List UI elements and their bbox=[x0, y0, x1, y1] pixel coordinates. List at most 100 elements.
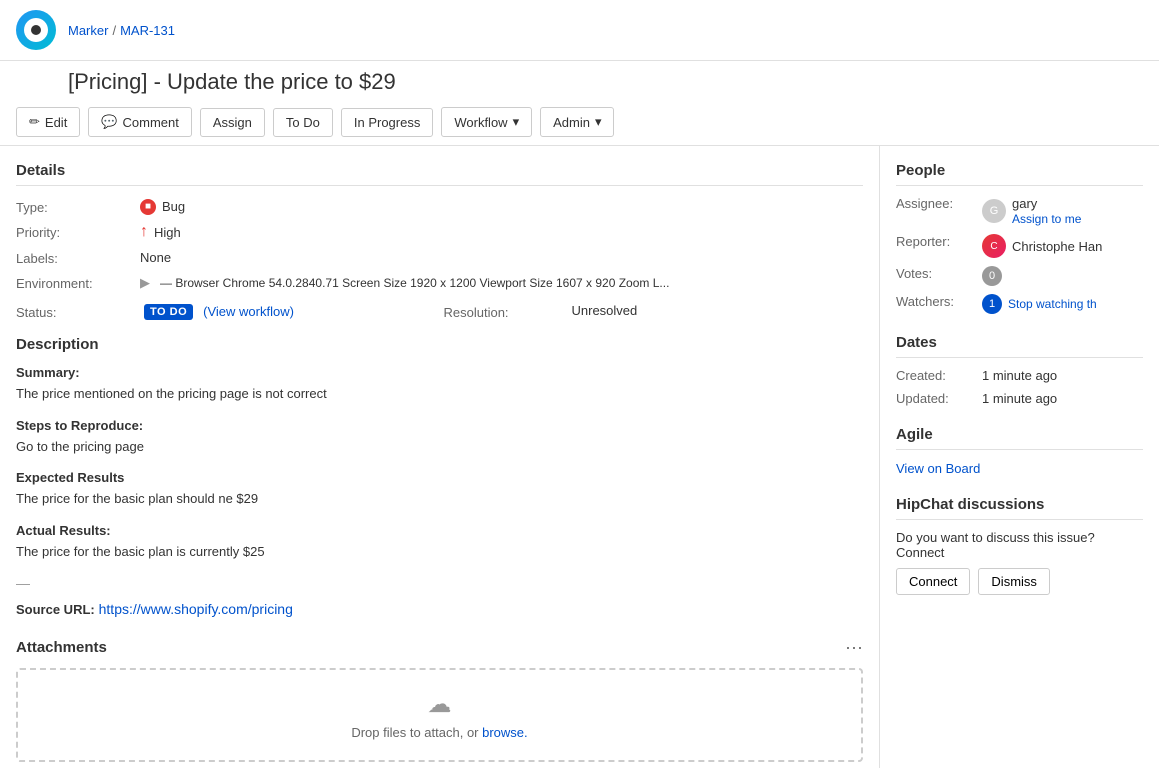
dates-section: Dates Created: 1 minute ago Updated: 1 m… bbox=[896, 334, 1143, 406]
people-section: People Assignee: G gary Assign to me Rep… bbox=[896, 162, 1143, 314]
attachments-header: Attachments ··· bbox=[16, 637, 863, 658]
toolbar: ✏ Edit 💬 Comment Assign To Do In Progres… bbox=[0, 99, 1159, 146]
summary-label: Summary: bbox=[16, 365, 863, 380]
reporter-avatar: C bbox=[982, 234, 1006, 258]
steps-label: Steps to Reproduce: bbox=[16, 418, 863, 433]
source-url-link[interactable]: https://www.shopify.com/pricing bbox=[99, 601, 293, 617]
more-options-button[interactable]: ··· bbox=[845, 637, 863, 658]
agile-title: Agile bbox=[896, 426, 1143, 450]
environment-label: Environment: bbox=[16, 274, 136, 291]
votes-label: Votes: bbox=[896, 266, 976, 286]
assignee-label: Assignee: bbox=[896, 196, 976, 226]
comment-icon: 💬 bbox=[101, 114, 117, 130]
stop-watching-link[interactable]: Stop watching th bbox=[1008, 297, 1097, 311]
status-badge: TO DO bbox=[144, 304, 193, 320]
status-label: Status: bbox=[16, 303, 136, 320]
actual-text: The price for the basic plan is currentl… bbox=[16, 542, 863, 562]
labels-label: Labels: bbox=[16, 249, 136, 266]
votes-value: 0 bbox=[982, 266, 1143, 286]
edit-button[interactable]: ✏ Edit bbox=[16, 107, 80, 137]
source-label: Source URL: bbox=[16, 602, 95, 617]
expected-label: Expected Results bbox=[16, 470, 863, 485]
description-section: Description Summary: The price mentioned… bbox=[16, 336, 863, 617]
edit-icon: ✏ bbox=[29, 114, 40, 130]
watchers-label: Watchers: bbox=[896, 294, 976, 314]
reporter-name: Christophe Han bbox=[1012, 239, 1102, 254]
browse-link[interactable]: browse. bbox=[482, 725, 528, 740]
priority-label: Priority: bbox=[16, 223, 136, 241]
content-area: Details Type: ■ Bug Priority: ↑ High Lab… bbox=[0, 146, 879, 768]
people-title: People bbox=[896, 162, 1143, 186]
votes-row: Votes: 0 bbox=[896, 266, 1143, 286]
dates-title: Dates bbox=[896, 334, 1143, 358]
description-title: Description bbox=[16, 336, 863, 353]
summary-text: The price mentioned on the pricing page … bbox=[16, 384, 863, 404]
assignee-name: gary bbox=[1012, 196, 1081, 211]
assignee-avatar: G bbox=[982, 199, 1006, 223]
expected-text: The price for the basic plan should ne $… bbox=[16, 489, 863, 509]
todo-button[interactable]: To Do bbox=[273, 108, 333, 137]
type-value: ■ Bug bbox=[140, 198, 863, 215]
assignee-row: Assignee: G gary Assign to me bbox=[896, 196, 1143, 226]
watcher-count-badge: 1 bbox=[982, 294, 1002, 314]
in-progress-button[interactable]: In Progress bbox=[341, 108, 433, 137]
created-label: Created: bbox=[896, 368, 976, 383]
expand-icon: ▶ bbox=[140, 275, 150, 291]
summary-block: Summary: The price mentioned on the pric… bbox=[16, 365, 863, 404]
reporter-value: C Christophe Han bbox=[982, 234, 1143, 258]
labels-value: None bbox=[140, 249, 863, 266]
hipchat-section: HipChat discussions Do you want to discu… bbox=[896, 496, 1143, 595]
details-grid: Type: ■ Bug Priority: ↑ High Labels: Non… bbox=[16, 198, 863, 291]
assignee-value: G gary Assign to me bbox=[982, 196, 1143, 226]
hipchat-actions: Connect Dismiss bbox=[896, 568, 1143, 595]
actual-label: Actual Results: bbox=[16, 523, 863, 538]
breadcrumb: Marker / MAR-131 bbox=[68, 23, 175, 38]
sidebar: People Assignee: G gary Assign to me Rep… bbox=[879, 146, 1159, 768]
actual-block: Actual Results: The price for the basic … bbox=[16, 523, 863, 562]
reporter-row: Reporter: C Christophe Han bbox=[896, 234, 1143, 258]
created-row: Created: 1 minute ago bbox=[896, 368, 1143, 383]
main-layout: Details Type: ■ Bug Priority: ↑ High Lab… bbox=[0, 146, 1159, 768]
updated-label: Updated: bbox=[896, 391, 976, 406]
watchers-value: 1 Stop watching th bbox=[982, 294, 1143, 314]
updated-value: 1 minute ago bbox=[982, 391, 1143, 406]
resolution-label: Resolution: bbox=[444, 303, 564, 320]
attachments-title: Attachments bbox=[16, 639, 107, 656]
breadcrumb-issue[interactable]: MAR-131 bbox=[120, 23, 175, 38]
assign-button[interactable]: Assign bbox=[200, 108, 265, 137]
workflow-button[interactable]: Workflow ▾ bbox=[441, 107, 532, 137]
dismiss-button[interactable]: Dismiss bbox=[978, 568, 1050, 595]
updated-row: Updated: 1 minute ago bbox=[896, 391, 1143, 406]
divider: — bbox=[16, 575, 863, 591]
issue-title: [Pricing] - Update the price to $29 bbox=[0, 61, 1159, 99]
priority-value: ↑ High bbox=[140, 223, 863, 241]
upload-icon: ☁ bbox=[38, 690, 841, 719]
chevron-down-icon: ▾ bbox=[513, 114, 520, 130]
steps-block: Steps to Reproduce: Go to the pricing pa… bbox=[16, 418, 863, 457]
details-title: Details bbox=[16, 162, 863, 186]
comment-button[interactable]: 💬 Comment bbox=[88, 107, 192, 137]
reporter-label: Reporter: bbox=[896, 234, 976, 258]
environment-value: ▶ — Browser Chrome 54.0.2840.71 Screen S… bbox=[140, 274, 863, 291]
breadcrumb-separator: / bbox=[112, 23, 116, 38]
view-workflow-link[interactable]: (View workflow) bbox=[203, 304, 294, 319]
admin-button[interactable]: Admin ▾ bbox=[540, 107, 614, 137]
drop-zone[interactable]: ☁ Drop files to attach, or browse. bbox=[16, 668, 863, 762]
agile-section: Agile View on Board bbox=[896, 426, 1143, 476]
steps-text: Go to the pricing page bbox=[16, 437, 863, 457]
assign-to-me-link[interactable]: Assign to me bbox=[1012, 212, 1081, 226]
resolution-value: Unresolved bbox=[572, 303, 864, 320]
watchers-row: Watchers: 1 Stop watching th bbox=[896, 294, 1143, 314]
breadcrumb-project[interactable]: Marker bbox=[68, 23, 108, 38]
status-value: TO DO (View workflow) bbox=[144, 303, 436, 320]
source-url-block: Source URL: https://www.shopify.com/pric… bbox=[16, 601, 863, 617]
vote-count-badge: 0 bbox=[982, 266, 1002, 286]
created-value: 1 minute ago bbox=[982, 368, 1143, 383]
connect-button[interactable]: Connect bbox=[896, 568, 970, 595]
attachments-section: Attachments ··· ☁ Drop files to attach, … bbox=[16, 637, 863, 768]
bug-icon: ■ bbox=[140, 199, 156, 215]
details-section: Details Type: ■ Bug Priority: ↑ High Lab… bbox=[16, 162, 863, 320]
hipchat-text: Do you want to discuss this issue? Conne… bbox=[896, 530, 1143, 560]
view-board-link[interactable]: View on Board bbox=[896, 461, 980, 476]
header-bar: Marker / MAR-131 bbox=[0, 0, 1159, 61]
